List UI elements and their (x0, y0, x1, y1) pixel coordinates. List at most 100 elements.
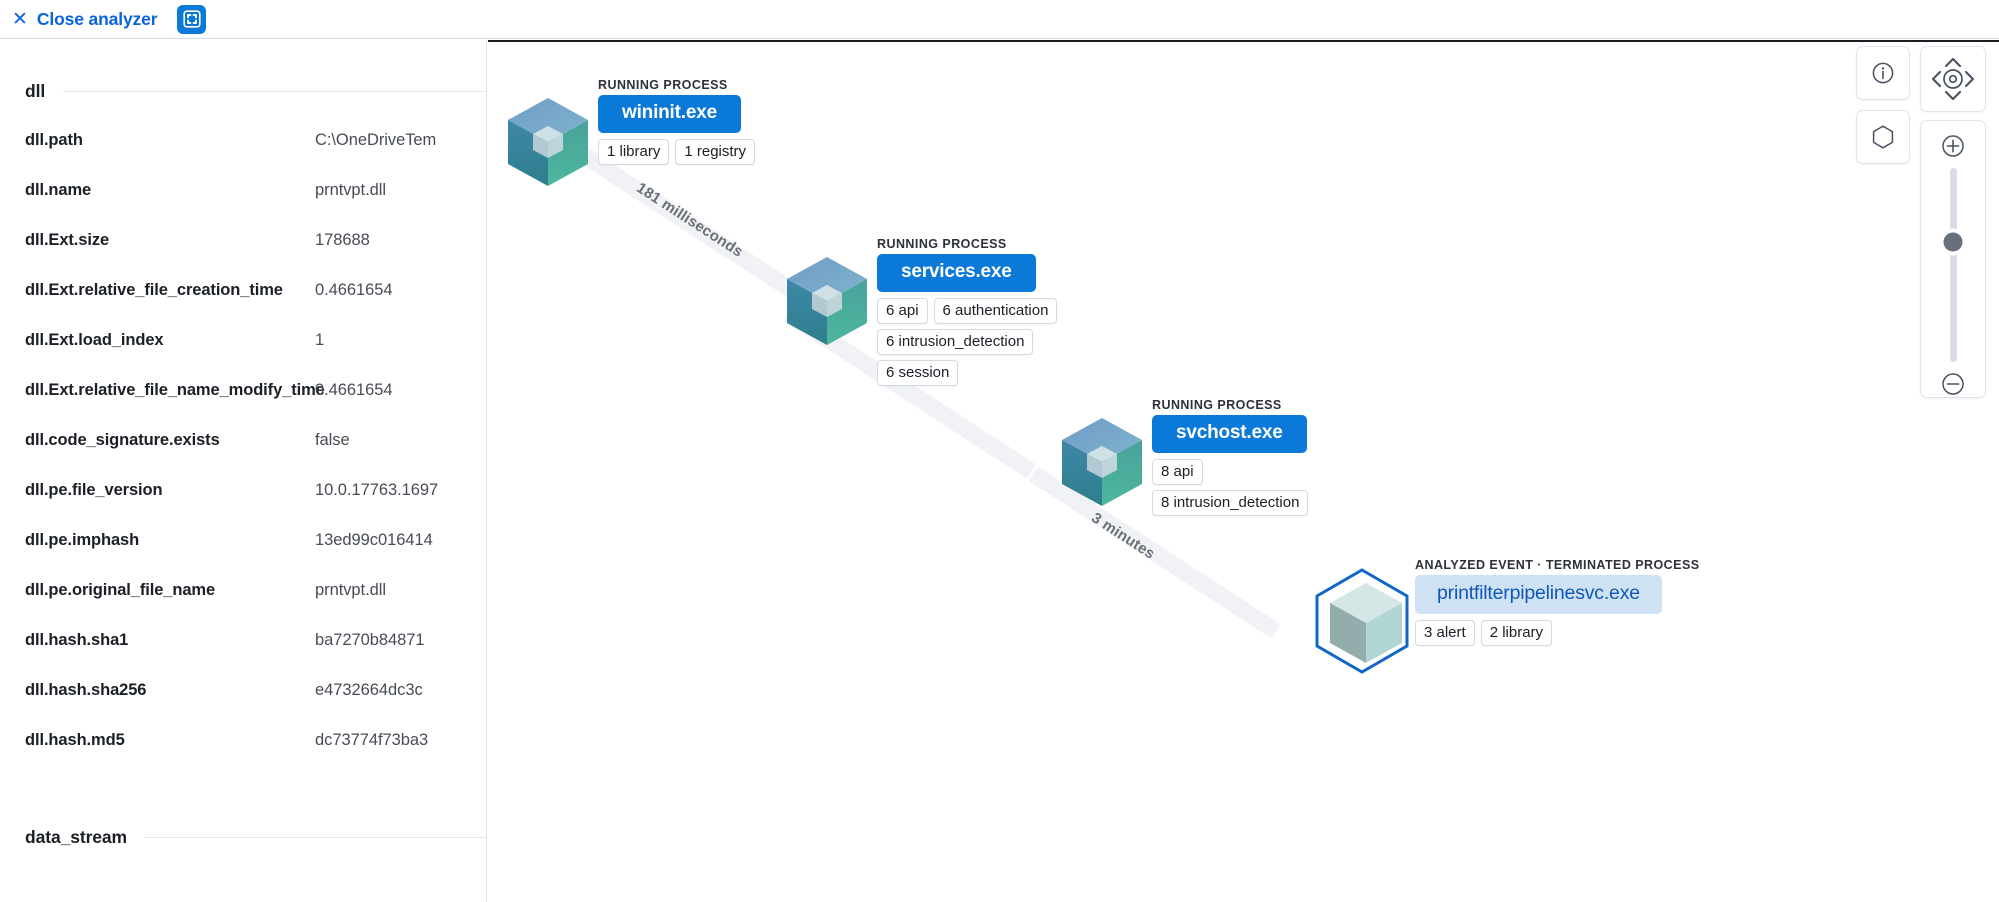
graph-node-badge[interactable]: 2 library (1480, 620, 1553, 646)
plus-circle-icon[interactable] (1940, 133, 1966, 159)
section-header-dll: dll (0, 66, 486, 116)
field-key: dll.code_signature.exists (25, 431, 220, 449)
process-cube-icon (1060, 416, 1144, 508)
graph-node-kind: RUNNING PROCESS (877, 237, 1007, 251)
field-key: dll.hash.md5 (25, 731, 125, 749)
graph-node-name-pill[interactable]: printfilterpipelinesvc.exe (1415, 575, 1662, 614)
field-value: 13ed99c016414 (315, 531, 433, 549)
table-row: dll.code_signature.exists false (0, 428, 486, 478)
field-value: 10.0.17763.1697 (315, 481, 439, 499)
field-value: prntvpt.dll (315, 581, 386, 599)
process-graph-canvas[interactable]: 181 milliseconds 3 minutes RUNNING PROCE… (488, 40, 1999, 902)
field-value: 0.4661654 (315, 381, 393, 399)
process-cube-icon (785, 255, 869, 347)
graph-node-label-group: RUNNING PROCESS svchost.exe 8 api 8 intr… (1152, 398, 1309, 521)
graph-node-badges: 6 api 6 authentication 6 intrusion_detec… (877, 298, 1058, 386)
graph-node-badge[interactable]: 6 authentication (933, 298, 1058, 324)
table-row: dll.pe.file_version 10.0.17763.1697 (0, 478, 486, 528)
field-value: e4732664dc3c (315, 681, 423, 699)
graph-top-border (488, 40, 1999, 42)
graph-node-name-pill[interactable]: wininit.exe (598, 95, 741, 133)
table-row: dll.hash.sha256 e4732664dc3c (0, 678, 486, 728)
table-row: dll.Ext.size 178688 (0, 228, 486, 278)
graph-node-badge[interactable]: 3 alert (1415, 620, 1475, 646)
field-key: dll.pe.file_version (25, 481, 163, 499)
field-key: dll.hash.sha256 (25, 681, 147, 699)
table-row: dll.pe.original_file_name prntvpt.dll (0, 578, 486, 628)
graph-node-badge[interactable]: 6 session (877, 360, 959, 386)
table-row: dll.name prntvpt.dll (0, 178, 486, 228)
table-row: dll.Ext.load_index 1 (0, 328, 486, 378)
table-row: dll.Ext.relative_file_creation_time 0.46… (0, 278, 486, 328)
field-key: dll.hash.sha1 (25, 631, 129, 649)
zoom-slider-track[interactable] (1943, 168, 1963, 362)
details-list: dll dll.path C:\OneDriveTem dll.name prn… (0, 40, 486, 862)
field-value: prntvpt.dll (315, 181, 386, 199)
field-value: dc73774f73ba3 (315, 731, 429, 749)
table-row: dll.hash.md5 dc73774f73ba3 (0, 728, 486, 778)
graph-node-badge[interactable]: 8 intrusion_detection (1152, 490, 1309, 516)
field-key: dll.Ext.load_index (25, 331, 164, 349)
graph-pan-control[interactable] (1920, 46, 1986, 112)
graph-node-badge[interactable]: 8 api (1152, 459, 1203, 485)
field-value: ba7270b84871 (315, 631, 425, 649)
hexagon-outline-icon (1872, 125, 1894, 149)
field-key: dll.pe.imphash (25, 531, 140, 549)
table-row: dll.pe.imphash 13ed99c016414 (0, 528, 486, 578)
fullscreen-expand-button[interactable] (177, 4, 207, 34)
field-key: dll.Ext.relative_file_name_modify_time (25, 381, 325, 399)
info-circle-icon (1872, 62, 1894, 84)
process-cube-icon (506, 96, 590, 188)
field-value: 0.4661654 (315, 281, 393, 299)
field-key: dll.Ext.relative_file_creation_time (25, 281, 283, 299)
table-row: dll.hash.sha1 ba7270b84871 (0, 628, 486, 678)
section-title: data_stream (25, 826, 128, 847)
field-key: dll.name (25, 181, 92, 199)
close-x-icon[interactable]: ✕ (12, 9, 28, 29)
table-row: dll.Ext.relative_file_name_modify_time 0… (0, 378, 486, 428)
chevron-left-icon[interactable] (1931, 70, 1942, 88)
zoom-slider-thumb[interactable] (1943, 232, 1963, 252)
graph-zoom-control[interactable] (1920, 120, 1986, 398)
section-title: dll (25, 80, 46, 101)
graph-legend-toggle-button[interactable] (1856, 110, 1910, 164)
graph-node-label-group: ANALYZED EVENT · TERMINATED PROCESS prin… (1415, 558, 1700, 651)
chevron-right-icon[interactable] (1964, 70, 1975, 88)
field-key: dll.Ext.size (25, 231, 110, 249)
graph-node-name-pill[interactable]: svchost.exe (1152, 415, 1307, 453)
graph-node-badge[interactable]: 6 api (877, 298, 928, 324)
field-value: C:\OneDriveTem (315, 131, 437, 149)
close-analyzer-button[interactable]: Close analyzer (37, 9, 158, 30)
field-key: dll.path (25, 131, 83, 149)
graph-node-badges: 8 api 8 intrusion_detection (1152, 459, 1309, 516)
section-divider (145, 836, 486, 838)
chevron-down-icon[interactable] (1944, 90, 1962, 101)
graph-node-kind: RUNNING PROCESS (1152, 398, 1282, 412)
graph-node-name-pill[interactable]: services.exe (877, 254, 1036, 292)
terminated-process-cube-icon (1326, 581, 1410, 673)
graph-node-label-group: RUNNING PROCESS wininit.exe 1 library 1 … (598, 78, 756, 170)
field-value: false (315, 431, 350, 449)
fullscreen-expand-icon (183, 10, 201, 28)
graph-node-label-group: RUNNING PROCESS services.exe 6 api 6 aut… (877, 237, 1058, 391)
event-details-panel[interactable]: dll dll.path C:\OneDriveTem dll.name prn… (0, 40, 487, 902)
graph-node-badge[interactable]: 6 intrusion_detection (877, 329, 1034, 355)
crosshair-target-icon[interactable] (1943, 69, 1963, 89)
top-bar: ✕ Close analyzer (0, 0, 1999, 39)
graph-info-button[interactable] (1856, 46, 1910, 100)
field-value: 1 (315, 331, 325, 349)
graph-node-kind: ANALYZED EVENT · TERMINATED PROCESS (1415, 558, 1700, 572)
field-key: dll.pe.original_file_name (25, 581, 216, 599)
section-header-data-stream: data_stream (0, 812, 486, 862)
graph-node-kind: RUNNING PROCESS (598, 78, 728, 92)
minus-circle-icon[interactable] (1940, 371, 1966, 397)
graph-node-badge[interactable]: 1 library (598, 139, 670, 165)
section-divider (63, 90, 486, 92)
graph-node-badges: 3 alert 2 library (1415, 620, 1700, 646)
table-row: dll.path C:\OneDriveTem (0, 128, 486, 178)
graph-node-badges: 1 library 1 registry (598, 139, 756, 165)
chevron-up-icon[interactable] (1944, 57, 1962, 68)
graph-node-badge[interactable]: 1 registry (675, 139, 756, 165)
field-value: 178688 (315, 231, 370, 249)
analyzer-screen: ✕ Close analyzer dll dll.path C:\OneDriv… (0, 0, 1999, 902)
